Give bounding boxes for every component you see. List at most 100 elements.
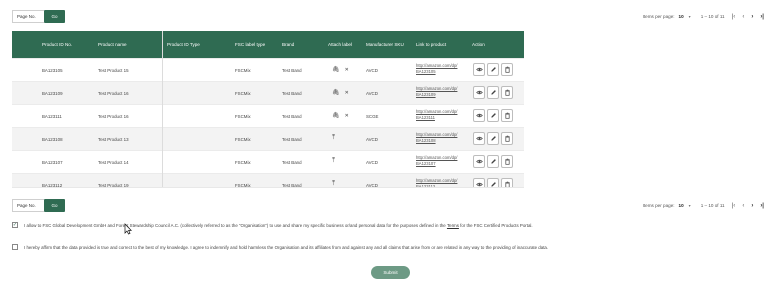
delete-icon[interactable] (501, 132, 513, 145)
next-page-icon[interactable]: › (751, 14, 753, 20)
product-link-id[interactable]: BA123112 (416, 184, 435, 188)
product-link-url[interactable]: http://amazon.com/dp/ (416, 63, 457, 68)
product-link-id[interactable]: BA123108 (416, 138, 436, 143)
product-link[interactable]: http://amazon.com/dp/BA123109 (416, 86, 457, 97)
row-actions (473, 132, 513, 145)
cell-fsc-label: FSCMix (235, 160, 251, 165)
header-brand[interactable]: Brand (282, 42, 294, 47)
view-icon[interactable] (473, 86, 485, 99)
items-per-page-label: Items per page: (642, 14, 675, 19)
delete-icon[interactable] (501, 63, 513, 76)
edit-icon[interactable] (487, 63, 499, 76)
range-label: 1 – 10 of 11 (700, 14, 725, 19)
first-page-icon[interactable]: |‹ (732, 203, 736, 209)
edit-icon[interactable] (487, 86, 499, 99)
items-per-page-select[interactable]: 10 (679, 14, 684, 19)
view-icon[interactable] (473, 178, 485, 187)
view-icon[interactable] (473, 63, 485, 76)
header-sku[interactable]: Manufacturer SKU (366, 42, 404, 47)
delete-icon[interactable] (501, 155, 513, 168)
product-link-url[interactable]: http://amazon.com/dp/ (416, 109, 457, 114)
cell-sku: AVCD (366, 137, 378, 142)
page-number-input[interactable]: Page No. (12, 199, 44, 212)
last-page-icon[interactable]: ›| (760, 14, 764, 20)
items-per-page-select[interactable]: 10 (679, 203, 684, 208)
remove-label-icon[interactable]: ✕ (345, 113, 349, 119)
product-link-id[interactable]: BA123105 (416, 69, 436, 74)
consent-affirm-checkbox[interactable] (12, 244, 18, 250)
consent-data-use-tail: for the FSC Certified Products Portal. (460, 222, 533, 228)
table-row: BA123111 Test Product 16 FSCMix Test Band 🖇 ✕… (12, 104, 524, 127)
terms-link[interactable]: Terms (447, 223, 459, 228)
product-link-url[interactable]: http://amazon.com/dp/ (416, 86, 457, 91)
submit-button[interactable]: Submit (371, 266, 410, 279)
header-action: Action (472, 42, 485, 47)
product-link-id[interactable]: BA123109 (416, 92, 436, 97)
header-link: Link to product (416, 42, 447, 47)
consent-data-use-text: I allow to FSC Global Development GmbH a… (24, 222, 446, 228)
cell-product-id: BA123108 (42, 137, 63, 142)
upload-icon[interactable]: ⤒ (332, 134, 335, 142)
paperclip-icon[interactable]: 🖇 (332, 113, 340, 119)
edit-icon[interactable] (487, 178, 499, 187)
product-link[interactable]: http://amazon.com/dp/BA123107 (416, 155, 457, 166)
products-table: Product ID No. Product name Product ID T… (12, 31, 524, 188)
cell-fsc-label: FSCMix (235, 114, 251, 119)
header-product-name[interactable]: Product name (98, 42, 127, 47)
previous-page-icon[interactable]: ‹ (742, 14, 744, 20)
product-link[interactable]: http://amazon.com/dp/BA123112 (416, 178, 457, 188)
delete-icon[interactable] (501, 86, 513, 99)
product-link-url[interactable]: http://amazon.com/dp/ (416, 178, 457, 183)
delete-icon[interactable] (501, 109, 513, 122)
product-link[interactable]: http://amazon.com/dp/BA123105 (416, 63, 457, 74)
edit-icon[interactable] (487, 132, 499, 145)
caret-down-icon[interactable]: ▾ (689, 203, 691, 208)
header-product-id[interactable]: Product ID No. (42, 42, 72, 47)
paperclip-icon[interactable]: 🖇 (332, 90, 340, 96)
previous-page-icon[interactable]: ‹ (742, 203, 744, 209)
view-icon[interactable] (473, 132, 485, 145)
go-button[interactable]: Go (44, 199, 65, 212)
product-link[interactable]: http://amazon.com/dp/BA123111 (416, 109, 457, 120)
delete-icon[interactable] (501, 178, 513, 187)
cell-fsc-label: FSCMix (235, 68, 251, 73)
consent-data-use-checkbox[interactable]: ✓ (12, 222, 18, 228)
row-actions (473, 63, 513, 76)
attached-label: 🖇 ✕ (332, 66, 349, 73)
table-row: BA123105 Test Product 15 FSCMix Test Band 🖇 ✕… (12, 58, 524, 81)
upload-icon[interactable]: ⤒ (332, 180, 335, 187)
product-link-url[interactable]: http://amazon.com/dp/ (416, 155, 457, 160)
product-link-url[interactable]: http://amazon.com/dp/ (416, 132, 457, 137)
cell-product-name: Test Product 16 (98, 91, 129, 96)
edit-icon[interactable] (487, 155, 499, 168)
paperclip-icon[interactable]: 🖇 (332, 67, 340, 73)
last-page-icon[interactable]: ›| (760, 203, 764, 209)
first-page-icon[interactable]: |‹ (732, 14, 736, 20)
cell-sku: AVCD (366, 68, 378, 73)
cell-product-name: Test Product 19 (98, 183, 129, 188)
header-fsc-label[interactable]: FSC label type (235, 42, 265, 47)
consent-affirm: I hereby affirm that the data provided i… (12, 244, 548, 250)
cell-brand: Test Band (282, 137, 302, 142)
cell-brand: Test Band (282, 183, 302, 188)
remove-label-icon[interactable]: ✕ (345, 90, 349, 96)
cell-brand: Test Band (282, 91, 302, 96)
row-actions (473, 155, 513, 168)
cell-product-name: Test Product 13 (98, 137, 129, 142)
view-icon[interactable] (473, 109, 485, 122)
cell-product-name: Test Product 16 (98, 114, 129, 119)
view-icon[interactable] (473, 155, 485, 168)
page-number-input[interactable]: Page No. (12, 10, 44, 23)
cell-fsc-label: FSCMix (235, 183, 251, 188)
go-button[interactable]: Go (44, 10, 65, 23)
cell-sku: AVCD (366, 91, 378, 96)
header-product-type[interactable]: Product ID Type (167, 42, 200, 47)
remove-label-icon[interactable]: ✕ (345, 67, 349, 73)
edit-icon[interactable] (487, 109, 499, 122)
upload-icon[interactable]: ⤒ (332, 157, 335, 165)
next-page-icon[interactable]: › (751, 203, 753, 209)
product-link-id[interactable]: BA123107 (416, 161, 436, 166)
product-link[interactable]: http://amazon.com/dp/BA123108 (416, 132, 457, 143)
caret-down-icon[interactable]: ▾ (689, 14, 691, 19)
product-link-id[interactable]: BA123111 (416, 115, 435, 120)
